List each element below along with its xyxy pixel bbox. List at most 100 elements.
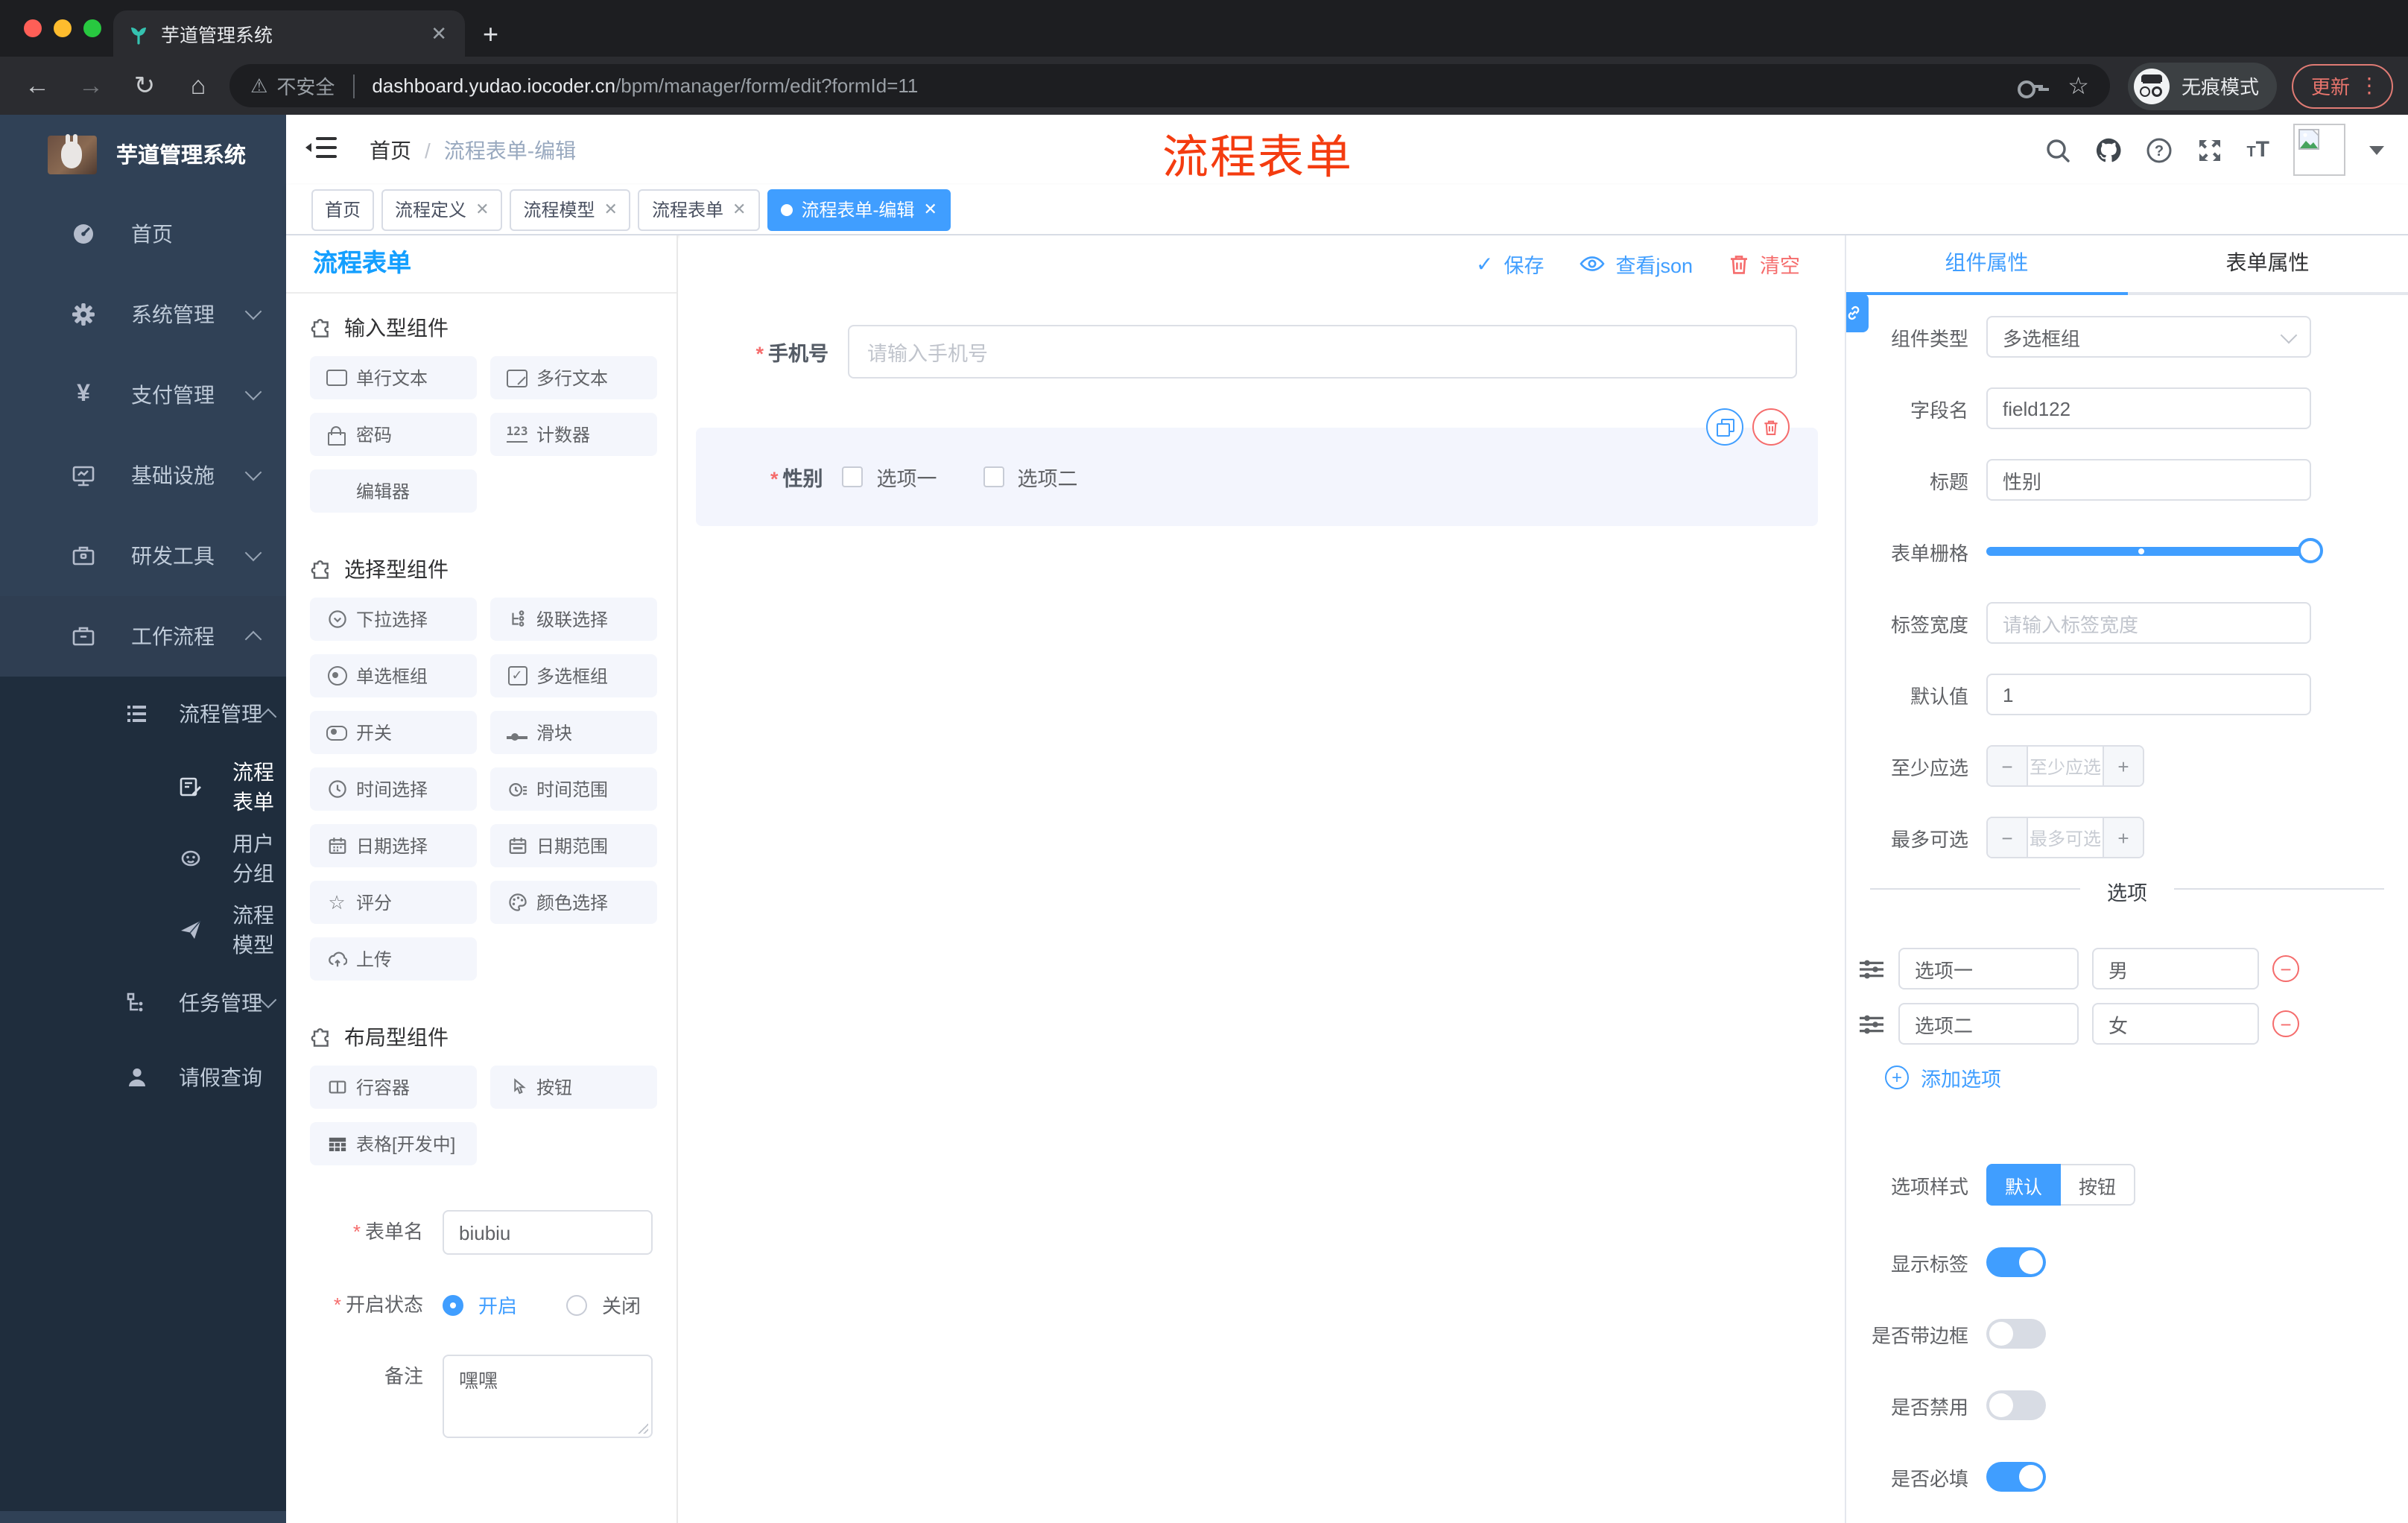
tab-form-props[interactable]: 表单属性 [2127,235,2408,292]
sidebar-item-leave-query[interactable]: 请假查询 [0,1040,286,1115]
status-radio-off[interactable]: 关闭 [566,1291,641,1319]
update-browser-button[interactable]: 更新 ⋮ [2291,63,2393,108]
sidebar-item-process-model[interactable]: 流程模型 [0,894,286,966]
window-close-button[interactable] [24,19,42,37]
option-label-input[interactable]: 选项一 [1898,948,2079,990]
close-icon[interactable]: ✕ [732,200,746,219]
forward-icon[interactable]: → [75,71,107,101]
sidebar-item-payment[interactable]: ¥ 支付管理 [0,355,286,435]
font-size-icon[interactable]: TT [2246,137,2269,162]
bookmark-star-icon[interactable]: ☆ [2068,71,2089,101]
clear-button[interactable]: 清空 [1729,249,1800,279]
close-icon[interactable]: ✕ [923,200,937,219]
component-type-select[interactable]: 多选框组 [1986,316,2311,358]
slider-handle[interactable] [2298,538,2323,563]
stepper-minus-button[interactable]: − [1988,747,2028,785]
view-tag-process-form-edit[interactable]: 流程表单-编辑 ✕ [767,189,951,230]
drag-handle-icon[interactable] [1858,1013,1885,1035]
close-icon[interactable]: ✕ [604,200,618,219]
drag-handle-icon[interactable] [1858,957,1885,980]
palette-item-radio-group[interactable]: 单选框组 [310,654,477,697]
form-remark-textarea[interactable]: 嘿嘿 [443,1355,653,1438]
window-minimize-button[interactable] [54,19,72,37]
tab-close-icon[interactable]: ✕ [428,22,450,45]
palette-item-rate[interactable]: ☆ 评分 [310,881,477,924]
palette-item-upload[interactable]: 上传 [310,937,477,981]
save-button[interactable]: ✓ 保存 [1476,249,1544,279]
show-label-toggle[interactable] [1986,1247,2046,1277]
github-icon[interactable] [2094,136,2121,163]
avatar[interactable] [2293,124,2345,176]
reload-icon[interactable]: ↻ [128,71,161,101]
palette-item-editor[interactable]: 编辑器 [310,469,477,513]
remove-option-button[interactable]: − [2272,1010,2299,1037]
gender-option-2[interactable]: 选项二 [983,462,1078,492]
view-json-button[interactable]: 查看json [1580,249,1693,279]
sidebar-item-system[interactable]: 系统管理 [0,274,286,355]
phone-input[interactable]: 请输入手机号 [848,325,1797,379]
checkbox-icon[interactable] [842,466,864,487]
status-radio-on[interactable]: 开启 [443,1291,517,1319]
grid-slider[interactable] [1986,538,2323,563]
close-icon[interactable]: ✕ [475,200,489,219]
sidebar-item-user-group[interactable]: 用户分组 [0,823,286,894]
remove-option-button[interactable]: − [2272,955,2299,982]
checkbox-icon[interactable] [983,466,1004,487]
option-value-input[interactable]: 男 [2092,948,2259,990]
title-input[interactable]: 性别 [1986,459,2311,501]
style-default-button[interactable]: 默认 [1986,1164,2061,1206]
browser-tab[interactable]: 芋道管理系统 ✕ [113,10,465,57]
palette-item-checkbox-group[interactable]: ✓ 多选框组 [490,654,657,697]
sidebar-item-process-form[interactable]: 流程表单 [0,751,286,823]
palette-item-date-picker[interactable]: 日期选择 [310,824,477,867]
view-tag-process-def[interactable]: 流程定义 ✕ [381,189,503,230]
palette-item-single-text[interactable]: 单行文本 [310,356,477,399]
form-name-input[interactable]: biubiu [443,1210,653,1255]
new-tab-button[interactable]: + [483,15,498,54]
style-button-button[interactable]: 按钮 [2061,1164,2135,1206]
palette-item-table[interactable]: 表格[开发中] [310,1122,477,1165]
palette-item-date-range[interactable]: 日期范围 [490,824,657,867]
avatar-caret-icon[interactable] [2369,145,2384,154]
required-toggle[interactable] [1986,1462,2046,1492]
palette-item-time-picker[interactable]: 时间选择 [310,767,477,811]
canvas-field-phone[interactable]: * 手机号 请输入手机号 [706,325,1845,379]
label-width-input[interactable]: 请输入标签宽度 [1986,602,2311,644]
stepper-minus-button[interactable]: − [1988,818,2028,857]
back-icon[interactable]: ← [21,71,54,101]
default-value-input[interactable]: 1 [1986,674,2311,715]
sidebar-item-devtools[interactable]: 研发工具 [0,516,286,596]
fullscreen-icon[interactable] [2196,136,2222,163]
option-label-input[interactable]: 选项二 [1898,1003,2079,1045]
browser-menu-icon[interactable]: ⋮ [2359,73,2380,98]
gender-option-1[interactable]: 选项一 [842,462,937,492]
palette-item-multi-text[interactable]: 多行文本 [490,356,657,399]
delete-component-button[interactable] [1752,408,1790,446]
sidebar-item-workflow[interactable]: 工作流程 [0,596,286,677]
view-tag-process-form[interactable]: 流程表单 ✕ [638,189,760,230]
sidebar-item-infra[interactable]: 基础设施 [0,435,286,516]
stepper-placeholder[interactable]: 至少应选 [2028,747,2103,785]
stepper-placeholder[interactable]: 最多可选 [2028,818,2103,857]
palette-item-switch[interactable]: 开关 [310,711,477,754]
window-zoom-button[interactable] [83,19,101,37]
border-toggle[interactable] [1986,1319,2046,1349]
palette-item-slider[interactable]: 滑块 [490,711,657,754]
add-option-button[interactable]: + 添加选项 [1885,1063,2408,1092]
palette-item-counter[interactable]: 123 计数器 [490,413,657,456]
field-name-input[interactable]: field122 [1986,387,2311,429]
palette-item-password[interactable]: 密码 [310,413,477,456]
disabled-toggle[interactable] [1986,1390,2046,1420]
sidebar-item-home[interactable]: 首页 [0,194,286,274]
view-tag-home[interactable]: 首页 [311,189,375,230]
view-tag-process-model[interactable]: 流程模型 ✕ [510,189,631,230]
palette-item-select[interactable]: 下拉选择 [310,598,477,641]
option-value-input[interactable]: 女 [2092,1003,2259,1045]
palette-item-row-container[interactable]: 行容器 [310,1066,477,1109]
canvas-field-gender-selected[interactable]: * 性别 选项一 选项二 [696,408,1818,526]
palette-item-button[interactable]: 按钮 [490,1066,657,1109]
password-key-icon[interactable] [2017,78,2043,98]
home-icon[interactable]: ⌂ [182,71,215,101]
sidebar-item-task-mgmt[interactable]: 任务管理 [0,966,286,1040]
link-tag[interactable] [1846,294,1869,332]
